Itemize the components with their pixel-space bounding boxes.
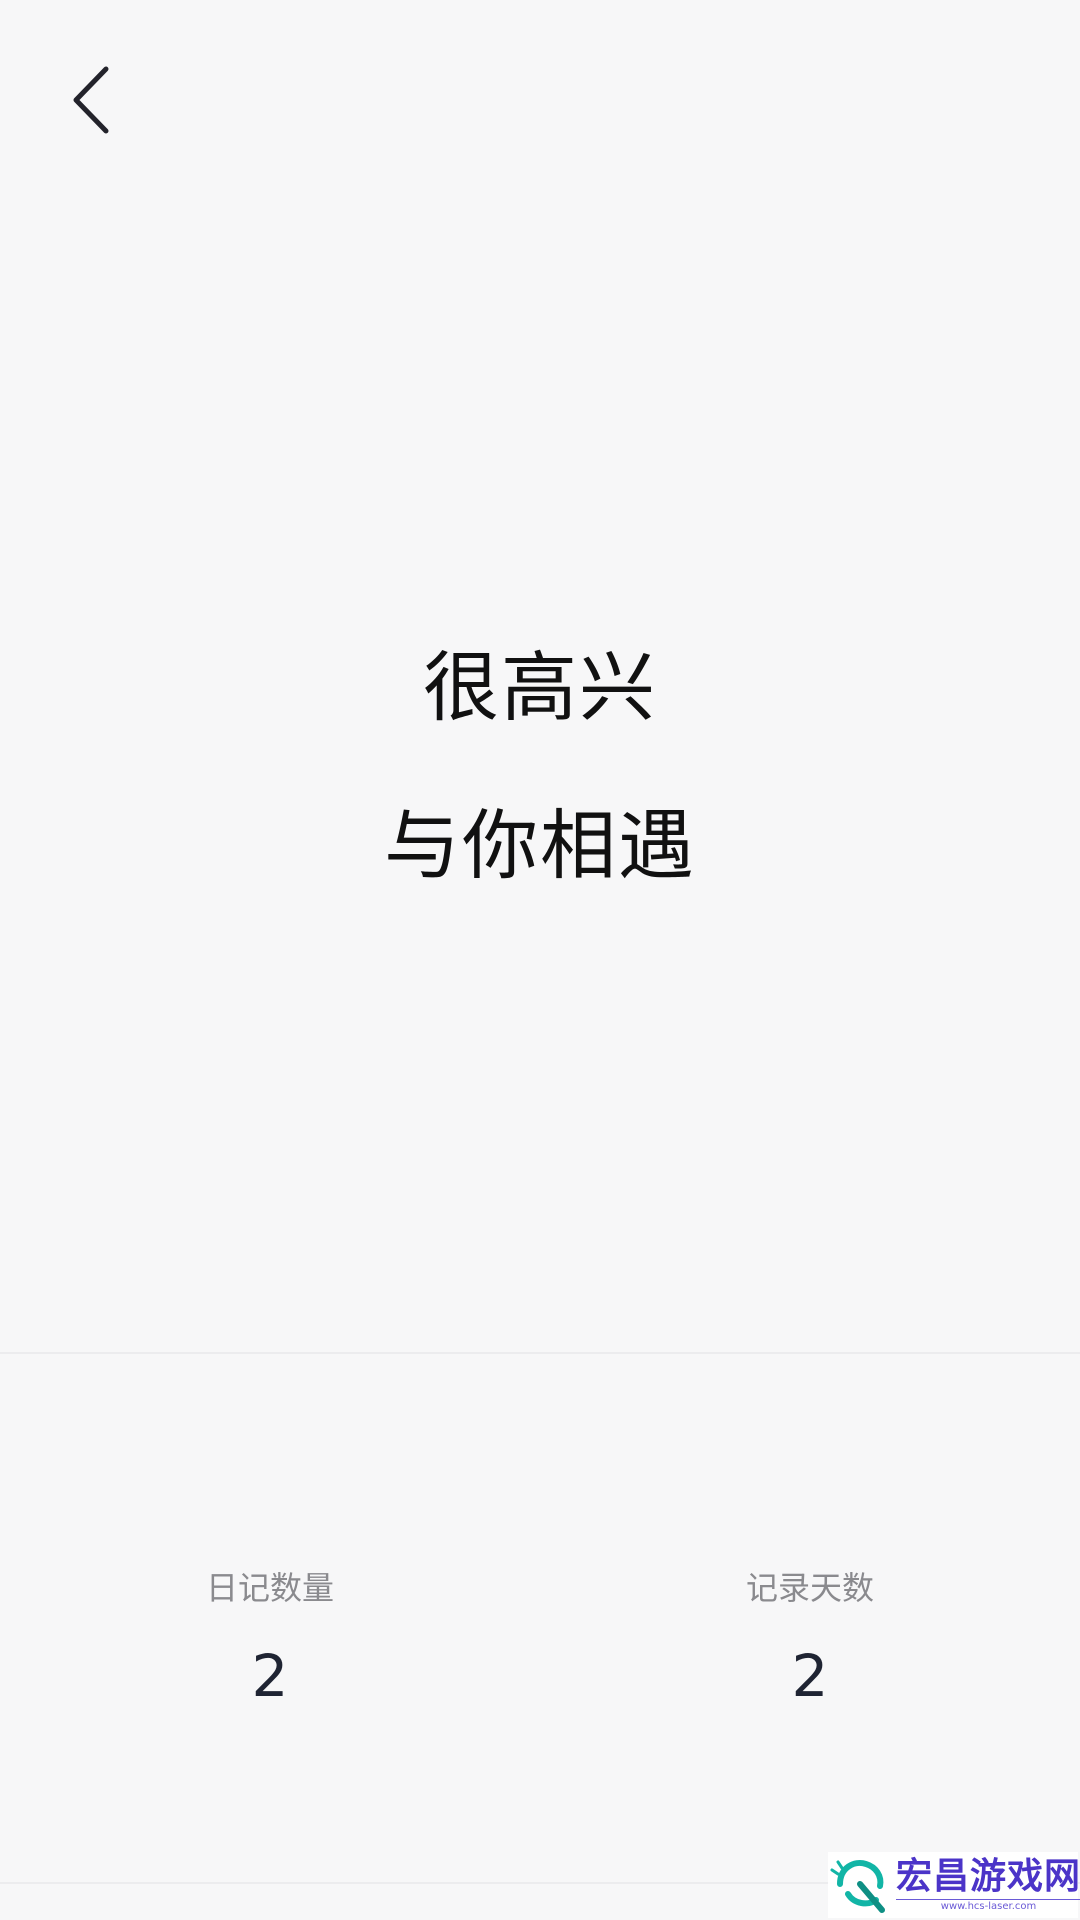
stat-value: 2 <box>791 1642 829 1710</box>
stat-label: 日记数量 <box>205 1569 334 1607</box>
stats-panel: 日记数量 2 记录天数 2 <box>0 1560 1080 1720</box>
stat-record-days: 记录天数 2 <box>660 1560 960 1716</box>
back-button[interactable] <box>56 60 128 144</box>
stat-label: 记录天数 <box>745 1569 874 1607</box>
stat-value: 2 <box>251 1642 289 1710</box>
greeting-line-2: 与你相遇 <box>384 801 696 890</box>
watermark-title: 宏昌游戏网 <box>896 1856 1080 1897</box>
stat-diary-count: 日记数量 2 <box>120 1560 420 1716</box>
watermark: 宏昌游戏网 www.hcs-laser.com <box>828 1852 1080 1918</box>
dragon-logo-icon <box>830 1854 892 1916</box>
divider <box>0 1352 1080 1354</box>
chevron-left-icon <box>72 65 112 139</box>
greeting-line-1: 很高兴 <box>423 643 657 732</box>
watermark-url: www.hcs-laser.com <box>896 1899 1080 1913</box>
